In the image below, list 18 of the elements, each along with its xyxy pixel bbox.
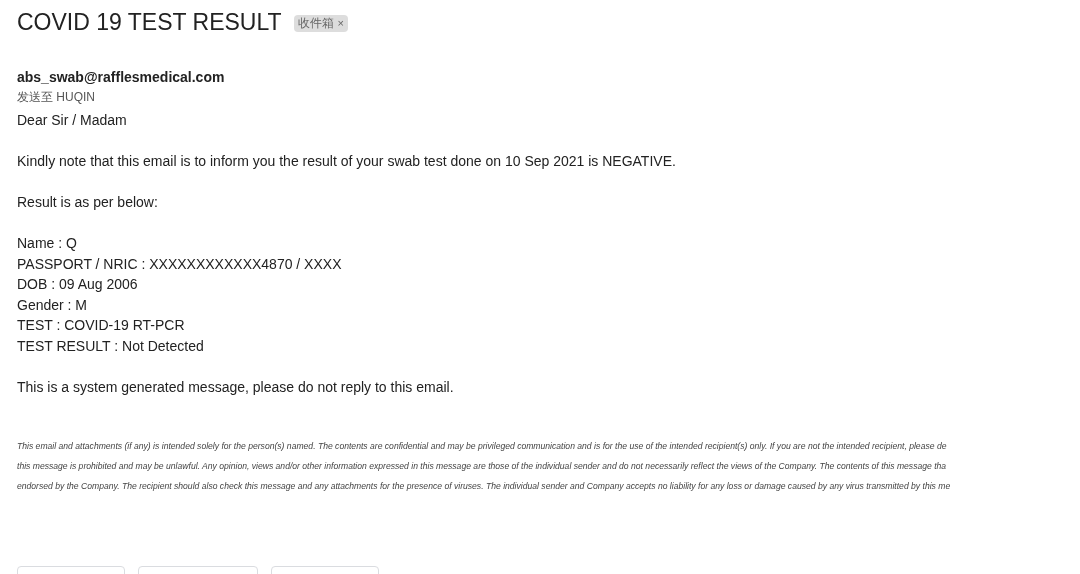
inbox-label[interactable]: 收件箱 × <box>293 14 349 32</box>
body-text: TEST : COVID-19 RT-PCR <box>17 316 186 335</box>
disclaimer-text: This email and attachments (if any) is intended solely for the person(s) named. The contents are confidential and may be privileged communication and is for the use of the intended recipient(s) only. If you are not the intended recipient, please de <box>17 440 947 453</box>
body-text: TEST RESULT : Not Detected <box>17 336 205 356</box>
body-text: Result is as per below: <box>17 193 159 212</box>
body-text: DOB : 09 Aug 2006 <box>17 275 139 294</box>
body-text: This is a system generated message, please do not reply to this email. <box>17 377 455 397</box>
recipient-line: 发送至 HUQIN <box>17 89 96 105</box>
disclaimer-text: this message is prohibited and may be unlawful. Any opinion, views and/or other information expressed in this message are those of the individual sender and do not necessarily reflect the views of the Company. The contents of this message tha <box>17 460 947 473</box>
remove-label-icon[interactable]: × <box>337 14 345 32</box>
body-text: Name : Q <box>17 234 78 253</box>
sender-address: abs_swab@rafflesmedical.com <box>17 68 226 86</box>
email-subject: COVID 19 TEST RESULT <box>17 8 282 37</box>
body-text: Dear Sir / Madam <box>17 111 128 130</box>
body-text: Kindly note that this email is to inform you the result of your swab test done on 10 Sep 2021 is NEGATIVE. <box>17 152 677 171</box>
body-text: Gender : M <box>17 295 89 315</box>
body-text: PASSPORT / NRIC : XXXXXXXXXXXX4870 / XXXX <box>17 254 343 274</box>
disclaimer-text: endorsed by the Company. The recipient should also check this message and any attachments for the presence of viruses. The individual sender and Company accepts no liability for any loss or damage caused by any virus transmitted by this me <box>17 480 951 493</box>
